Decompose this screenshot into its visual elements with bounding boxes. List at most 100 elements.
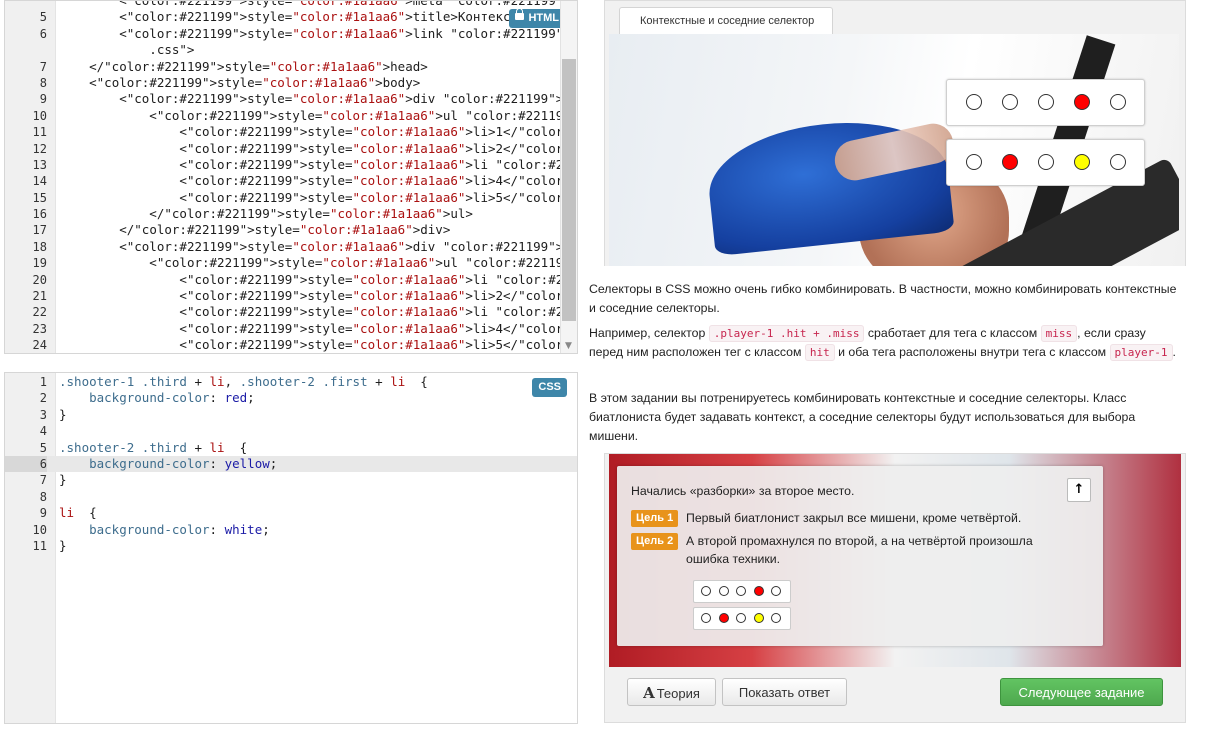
html-code-line[interactable]: 21 <"color:#221199">style="color:#1a1aa6…: [5, 288, 577, 304]
code-text: <"color:#221199">style="color:#1a1aa6">m…: [59, 0, 577, 8]
show-answer-button[interactable]: Показать ответ: [722, 678, 847, 706]
line-number: 12: [32, 141, 47, 156]
code-text: <"color:#221199">style="color:#1a1aa6">l…: [59, 173, 577, 189]
code-text: <"color:#221199">style="color:#1a1aa6">d…: [59, 238, 577, 254]
css-code-line[interactable]: 5 .shooter-2 .third + li {: [5, 440, 577, 456]
html-code-lines[interactable]: <"color:#221199">style="color:#1a1aa6">m…: [5, 0, 577, 353]
line-number: 19: [32, 256, 47, 271]
line-number: 1: [39, 375, 47, 389]
code-text: <"color:#221199">style="color:#1a1aa6">l…: [59, 288, 577, 304]
html-code-line[interactable]: 8 <"color:#221199">style="color:#1a1aa6"…: [5, 75, 577, 91]
target-circle: [1038, 154, 1054, 170]
line-number: 10: [32, 108, 47, 123]
line-number: 8: [39, 489, 47, 504]
code-text: <"color:#221199">style="color:#1a1aa6">l…: [59, 25, 577, 41]
line-number: 9: [39, 506, 47, 521]
lock-icon: [515, 8, 525, 20]
code-text: .shooter-2 .third + li {: [59, 439, 248, 455]
target-circle: [718, 613, 729, 623]
code-snippet: miss: [1040, 325, 1078, 342]
html-code-line[interactable]: 13 <"color:#221199">style="color:#1a1aa6…: [5, 157, 577, 173]
html-code-line[interactable]: 9 <"color:#221199">style="color:#1a1aa6"…: [5, 91, 577, 107]
code-text: }: [59, 406, 67, 422]
line-number: 7: [39, 473, 47, 488]
css-code-line[interactable]: 8: [5, 489, 577, 505]
html-code-line[interactable]: 18 <"color:#221199">style="color:#1a1aa6…: [5, 239, 577, 255]
line-number: 23: [32, 321, 47, 336]
line-number: 6: [5, 455, 47, 473]
line-number: 8: [39, 75, 47, 90]
css-code-line[interactable]: 4: [5, 423, 577, 439]
code-text: <"color:#221199">style="color:#1a1aa6">u…: [59, 107, 578, 123]
html-code-line[interactable]: 20 <"color:#221199">style="color:#1a1aa6…: [5, 272, 577, 288]
biathlete-photo: [609, 34, 1179, 266]
code-text: </"color:#221199">style="color:#1a1aa6">…: [59, 58, 428, 74]
target-circle: [701, 586, 711, 596]
html-code-line[interactable]: 19 <"color:#221199">style="color:#1a1aa6…: [5, 255, 577, 271]
code-text: </"color:#221199">style="color:#1a1aa6">…: [59, 222, 451, 238]
html-code-line[interactable]: 14 <"color:#221199">style="color:#1a1aa6…: [5, 173, 577, 189]
html-code-line[interactable]: 15 <"color:#221199">style="color:#1a1aa6…: [5, 190, 577, 206]
target-circle: [966, 94, 982, 110]
code-text: <"color:#221199">style="color:#1a1aa6">l…: [59, 124, 577, 140]
line-number: 24: [32, 338, 47, 353]
html-code-line[interactable]: .css">: [5, 42, 577, 58]
shooter-1-targets: [946, 79, 1145, 126]
goal-1-text: Первый биатлонист закрыл все мишени, кро…: [686, 511, 1022, 525]
shooter-2-targets: [946, 139, 1145, 186]
target-circle: [1110, 154, 1126, 170]
line-number: 16: [32, 207, 47, 222]
result-preview: Контекстные и соседние селектор: [604, 0, 1186, 266]
code-text: <"color:#221199">style="color:#1a1aa6">t…: [59, 9, 577, 25]
html-code-line[interactable]: 6 <"color:#221199">style="color:#1a1aa6"…: [5, 26, 577, 42]
target-circle: [1038, 94, 1054, 110]
html-code-line[interactable]: 23 <"color:#221199">style="color:#1a1aa6…: [5, 321, 577, 337]
html-code-line[interactable]: 12 <"color:#221199">style="color:#1a1aa6…: [5, 141, 577, 157]
html-code-line[interactable]: 10 <"color:#221199">style="color:#1a1aa6…: [5, 108, 577, 124]
css-code-line[interactable]: 10 background-color: white;: [5, 522, 577, 538]
code-text: <"color:#221199">style="color:#1a1aa6">u…: [59, 255, 578, 271]
target-circle: [736, 613, 746, 623]
code-text: }: [59, 537, 67, 553]
html-code-line[interactable]: 17 </"color:#221199">style="color:#1a1aa…: [5, 222, 577, 238]
preview-tab[interactable]: Контекстные и соседние селектор: [619, 7, 833, 34]
css-code-line[interactable]: 9 li {: [5, 505, 577, 521]
next-task-button[interactable]: Следующее задание: [1000, 678, 1163, 706]
code-text: .shooter-1 .third + li, .shooter-2 .firs…: [59, 374, 428, 389]
line-number: 14: [32, 174, 47, 189]
html-code-line[interactable]: 11 <"color:#221199">style="color:#1a1aa6…: [5, 124, 577, 140]
html-scrollbar-thumb[interactable]: [562, 59, 576, 321]
html-code-line[interactable]: 7 </"color:#221199">style="color:#1a1aa6…: [5, 59, 577, 75]
css-code-line[interactable]: 2 background-color: red;: [5, 390, 577, 406]
html-code-line[interactable]: 24 <"color:#221199">style="color:#1a1aa6…: [5, 337, 577, 353]
line-number: 3: [39, 407, 47, 422]
code-snippet: .player-1 .hit + .miss: [708, 325, 865, 342]
scroll-down-icon[interactable]: ▼: [565, 342, 573, 351]
target-circle: [718, 586, 729, 596]
line-number: 17: [32, 223, 47, 238]
target-circle: [1074, 94, 1090, 110]
html-editor[interactable]: <"color:#221199">style="color:#1a1aa6">m…: [4, 0, 578, 354]
goal-2-badge: Цель 2: [631, 533, 679, 550]
line-number: 6: [39, 26, 47, 41]
html-scrollbar[interactable]: ▼: [560, 1, 577, 353]
target-circle: [1074, 154, 1090, 170]
line-number: 10: [32, 522, 47, 537]
code-text: <"color:#221199">style="color:#1a1aa6">l…: [59, 189, 577, 205]
css-editor[interactable]: 1 .shooter-1 .third + li, .shooter-2 .fir…: [4, 372, 578, 724]
css-code-line[interactable]: 6 background-color: yellow;: [5, 455, 577, 473]
line-number: 11: [32, 125, 47, 140]
line-number: 5: [39, 440, 47, 455]
html-code-line[interactable]: 22 <"color:#221199">style="color:#1a1aa6…: [5, 304, 577, 320]
theory-button[interactable]: A Теория: [627, 678, 716, 706]
html-code-line[interactable]: 16 </"color:#221199">style="color:#1a1aa…: [5, 206, 577, 222]
css-code-line[interactable]: 1 .shooter-1 .third + li, .shooter-2 .fir…: [5, 374, 577, 390]
html-code-line[interactable]: <"color:#221199">style="color:#1a1aa6">m…: [5, 0, 577, 9]
css-code-line[interactable]: 7}: [5, 472, 577, 488]
css-code-line[interactable]: 3}: [5, 407, 577, 423]
css-code-line[interactable]: 11}: [5, 538, 577, 554]
collapse-up-icon[interactable]: ↑: [1067, 478, 1091, 502]
html-code-line[interactable]: 5 <"color:#221199">style="color:#1a1aa6"…: [5, 9, 577, 25]
css-code-lines[interactable]: 1 .shooter-1 .third + li, .shooter-2 .fir…: [5, 374, 577, 554]
line-number: 18: [32, 239, 47, 254]
